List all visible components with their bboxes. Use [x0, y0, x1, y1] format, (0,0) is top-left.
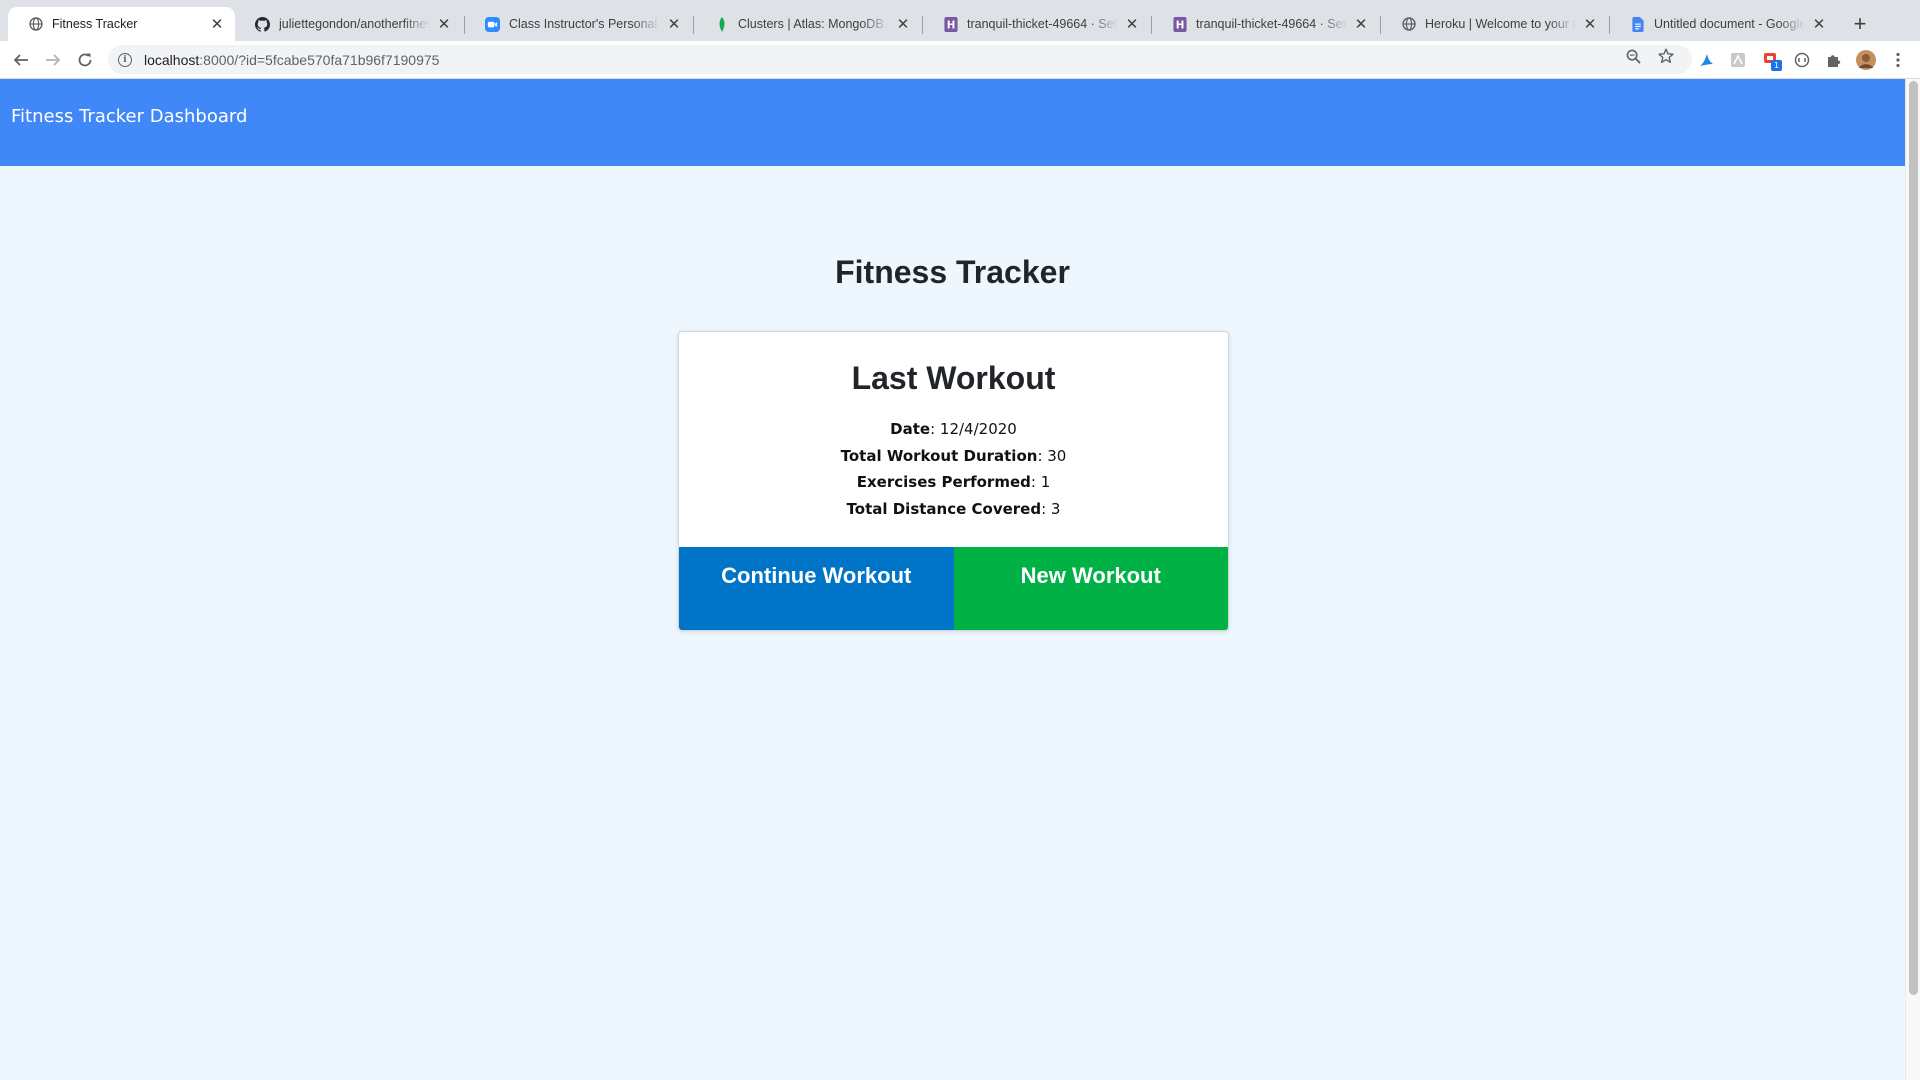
stat-exercises: Exercises Performed: 1	[856, 473, 1051, 491]
workout-stats: Date: 12/4/2020 Total Workout Duration: …	[679, 416, 1228, 522]
card-actions: Continue Workout New Workout	[679, 547, 1228, 630]
github-icon	[255, 16, 270, 32]
close-tab-icon[interactable]: ✕	[666, 16, 682, 32]
close-tab-icon[interactable]: ✕	[436, 16, 452, 32]
vertical-scrollbar[interactable]	[1905, 79, 1920, 1080]
bookmark-star-icon[interactable]	[1658, 48, 1674, 64]
stat-label: Date	[890, 420, 931, 438]
close-tab-icon[interactable]: ✕	[1811, 16, 1827, 32]
globe-icon	[28, 17, 43, 32]
last-workout-card: Last Workout Date: 12/4/2020 Total Worko…	[678, 331, 1229, 631]
scrollbar-thumb[interactable]	[1909, 81, 1918, 995]
close-tab-icon[interactable]: ✕	[1582, 16, 1598, 32]
forward-arrow-icon[interactable]	[38, 45, 68, 75]
close-tab-icon[interactable]: ✕	[1124, 16, 1140, 32]
navbar-brand[interactable]: Fitness Tracker Dashboard	[11, 106, 247, 127]
app-header: Fitness Tracker Dashboard	[0, 79, 1905, 166]
stat-value: 30	[1047, 446, 1067, 465]
tab-heroku-settings-2[interactable]: H tranquil-thicket-49664 · Sett ✕	[1152, 7, 1379, 41]
zoom-icon	[485, 16, 500, 32]
extensions-puzzle-icon[interactable]	[1824, 50, 1844, 70]
tab-zoom[interactable]: Class Instructor's Personal M ✕	[465, 7, 692, 41]
tab-title: Heroku | Welcome to your ne	[1425, 17, 1576, 31]
close-tab-icon[interactable]: ✕	[895, 16, 911, 32]
extension-bird-icon[interactable]	[1696, 50, 1716, 70]
browser-tab-strip: Fitness Tracker ✕ juliettegondon/another…	[0, 0, 1920, 41]
tab-fitness-tracker[interactable]: Fitness Tracker ✕	[8, 7, 235, 41]
stat-label: Total Distance Covered	[846, 499, 1042, 518]
stat-distance: Total Distance Covered: 3	[846, 499, 1061, 518]
google-docs-icon	[1630, 16, 1645, 32]
page-title: Fitness Tracker	[835, 254, 1070, 290]
globe-icon	[1401, 17, 1416, 32]
card-title: Last Workout	[851, 360, 1056, 396]
browser-toolbar: i localhost:8000/?id=5fcabe570fa71b96f71…	[0, 41, 1920, 79]
tab-title: tranquil-thicket-49664 · Sett	[967, 17, 1118, 31]
tab-title: Fitness Tracker	[52, 17, 138, 31]
browser-menu-icon[interactable]	[1888, 50, 1908, 70]
tab-heroku-settings-1[interactable]: H tranquil-thicket-49664 · Sett ✕	[923, 7, 1150, 41]
stat-label: Total Workout Duration	[840, 446, 1038, 465]
stat-value: 1	[1040, 473, 1051, 491]
stat-date: Date: 12/4/2020	[890, 420, 1017, 438]
reload-icon[interactable]	[70, 45, 100, 75]
close-tab-icon[interactable]: ✕	[209, 16, 225, 32]
close-tab-icon[interactable]: ✕	[1353, 16, 1369, 32]
tab-title: tranquil-thicket-49664 · Sett	[1196, 17, 1347, 31]
svg-text:H: H	[1175, 19, 1184, 31]
site-info-icon[interactable]: i	[118, 52, 132, 67]
tab-heroku-welcome[interactable]: Heroku | Welcome to your ne ✕	[1381, 7, 1608, 41]
tab-title: juliettegondon/anotherfitness	[279, 17, 430, 31]
heroku-icon: H	[1172, 16, 1187, 32]
stat-duration: Total Workout Duration: 30	[840, 446, 1067, 465]
page-viewport: Fitness Tracker Dashboard Fitness Tracke…	[0, 79, 1905, 1080]
stat-label: Exercises Performed	[856, 473, 1031, 491]
extension-grid-icon[interactable]	[1728, 50, 1748, 70]
zoom-magnifier-icon[interactable]	[1625, 48, 1641, 64]
new-workout-button[interactable]: New Workout	[953, 547, 1228, 630]
extension-badge-icon[interactable]: 1	[1762, 50, 1782, 71]
back-arrow-icon[interactable]	[6, 45, 36, 75]
new-tab-icon[interactable]: +	[1846, 10, 1874, 38]
tab-title: Class Instructor's Personal M	[509, 17, 660, 31]
url-text: localhost:8000/?id=5fcabe570fa71b96f7190…	[144, 51, 440, 68]
tab-title: Untitled document - Google D	[1654, 17, 1805, 31]
profile-avatar[interactable]	[1856, 50, 1876, 70]
tab-github[interactable]: juliettegondon/anotherfitness ✕	[235, 7, 462, 41]
extension-circle-icon[interactable]	[1792, 50, 1812, 70]
tab-google-docs[interactable]: Untitled document - Google D ✕	[1610, 7, 1837, 41]
tab-mongodb[interactable]: Clusters | Atlas: MongoDB At ✕	[694, 7, 921, 41]
stat-value: 12/4/2020	[939, 420, 1017, 438]
address-bar[interactable]: i localhost:8000/?id=5fcabe570fa71b96f71…	[108, 45, 1692, 74]
extension-badge-count: 1	[1771, 60, 1782, 71]
heroku-icon: H	[943, 16, 958, 32]
tab-title: Clusters | Atlas: MongoDB At	[738, 17, 889, 31]
stat-value: 3	[1050, 499, 1061, 518]
continue-workout-button[interactable]: Continue Workout	[679, 547, 954, 630]
mongodb-leaf-icon	[714, 16, 729, 32]
svg-text:H: H	[946, 19, 955, 31]
